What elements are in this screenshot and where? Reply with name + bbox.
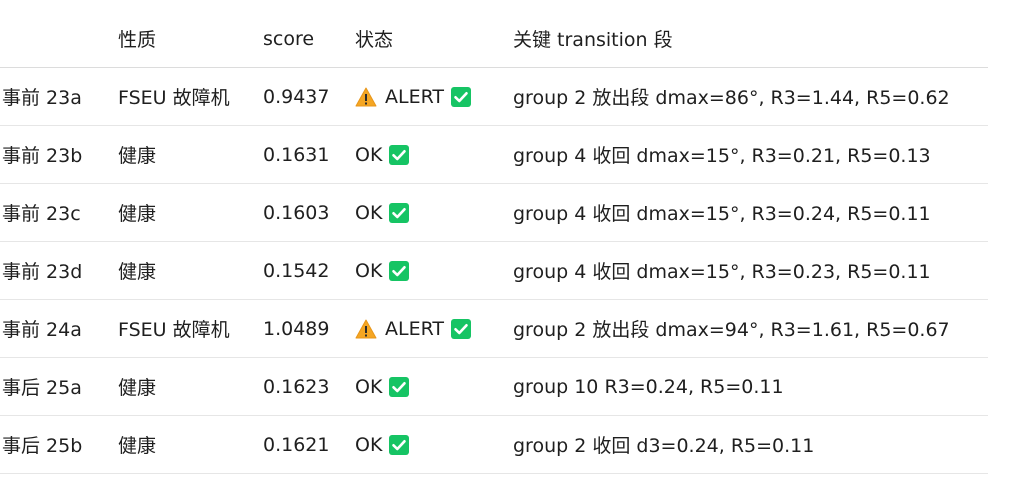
status-label: ALERT	[385, 317, 445, 340]
row-score: 0.1542	[263, 260, 355, 282]
row-name-text: 事前 23d	[2, 261, 83, 283]
status-label: OK	[355, 201, 383, 224]
row-transition: group 4 收回 dmax=15°, R3=0.23, R5=0.11	[513, 257, 988, 284]
row-transition: group 2 收回 d3=0.24, R5=0.11	[513, 431, 988, 458]
row-type-text: 健康	[118, 435, 157, 457]
row-name: 事前 23b	[0, 141, 118, 168]
check-icon	[389, 202, 410, 223]
row-score-text: 0.1623	[263, 375, 330, 398]
table-row: 事后 25a 健康 0.1623 OK group 10 R3=0.24, R5=0.1…	[0, 358, 988, 416]
row-status: OK	[355, 434, 513, 456]
row-score-text: 1.0489	[263, 317, 330, 340]
row-score-text: 0.1603	[263, 201, 330, 224]
row-transition: group 2 放出段 dmax=94°, R3=1.61, R5=0.67	[513, 315, 988, 342]
row-type: FSEU 故障机	[118, 315, 263, 342]
table-row: 事前 23d 健康 0.1542 OK group 4 收回 dmax=15°, R3=…	[0, 242, 988, 300]
row-status: OK	[355, 144, 513, 166]
row-name-text: 事前 23c	[2, 203, 81, 225]
row-name-text: 事前 23a	[2, 87, 82, 109]
table-row: 事前 23a FSEU 故障机 0.9437 ALERT group 2 放出段 dma…	[0, 68, 988, 126]
row-transition-text: group 2 收回 d3=0.24, R5=0.11	[513, 435, 815, 457]
row-type: 健康	[118, 431, 263, 458]
status-label: OK	[355, 375, 383, 398]
row-score: 1.0489	[263, 318, 355, 340]
check-icon	[389, 376, 410, 397]
row-type: 健康	[118, 141, 263, 168]
table-body: 事前 23a FSEU 故障机 0.9437 ALERT group 2 放出段 dma…	[0, 68, 988, 474]
status-label: OK	[355, 143, 383, 166]
header-status: 状态	[355, 29, 394, 51]
warning-icon	[355, 319, 377, 339]
check-icon	[451, 318, 472, 339]
row-type: FSEU 故障机	[118, 83, 263, 110]
row-status: OK	[355, 376, 513, 398]
row-name-text: 事前 23b	[2, 145, 83, 167]
row-transition: group 4 收回 dmax=15°, R3=0.24, R5=0.11	[513, 199, 988, 226]
row-score-text: 0.1631	[263, 143, 330, 166]
row-score-text: 0.1621	[263, 433, 330, 456]
row-type-text: 健康	[118, 203, 157, 225]
row-type: 健康	[118, 373, 263, 400]
row-name: 事后 25a	[0, 373, 118, 400]
row-name-text: 事后 25b	[2, 435, 83, 457]
row-score: 0.1603	[263, 202, 355, 224]
row-score: 0.9437	[263, 86, 355, 108]
row-status: OK	[355, 202, 513, 224]
row-transition-text: group 4 收回 dmax=15°, R3=0.24, R5=0.11	[513, 203, 931, 225]
row-name: 事后 25b	[0, 431, 118, 458]
row-type-text: 健康	[118, 377, 157, 399]
table-row: 事前 23b 健康 0.1631 OK group 4 收回 dmax=15°, R3=…	[0, 126, 988, 184]
row-transition-text: group 4 收回 dmax=15°, R3=0.23, R5=0.11	[513, 261, 931, 283]
row-transition-text: group 2 放出段 dmax=94°, R3=1.61, R5=0.67	[513, 319, 950, 341]
row-type-text: FSEU 故障机	[118, 87, 230, 109]
row-type: 健康	[118, 199, 263, 226]
row-score-text: 0.1542	[263, 259, 330, 282]
row-name: 事前 23d	[0, 257, 118, 284]
row-name-text: 事后 25a	[2, 377, 82, 399]
check-icon	[389, 144, 410, 165]
row-status: ALERT	[355, 318, 513, 340]
row-status: OK	[355, 260, 513, 282]
row-name: 事前 24a	[0, 315, 118, 342]
row-name-text: 事前 24a	[2, 319, 82, 341]
row-score: 0.1631	[263, 144, 355, 166]
row-score: 0.1621	[263, 434, 355, 456]
check-icon	[389, 434, 410, 455]
row-transition: group 4 收回 dmax=15°, R3=0.21, R5=0.13	[513, 141, 988, 168]
row-name: 事前 23c	[0, 199, 118, 226]
table-row: 事前 24a FSEU 故障机 1.0489 ALERT group 2 放出段 dma…	[0, 300, 988, 358]
row-transition-text: group 4 收回 dmax=15°, R3=0.21, R5=0.13	[513, 145, 931, 167]
header-transition: 关键 transition 段	[513, 29, 673, 51]
check-icon	[389, 260, 410, 281]
table-row: 事前 23c 健康 0.1603 OK group 4 收回 dmax=15°, R3=…	[0, 184, 988, 242]
header-type: 性质	[118, 29, 157, 51]
row-name: 事前 23a	[0, 83, 118, 110]
header-score: score	[263, 27, 315, 50]
row-status: ALERT	[355, 86, 513, 108]
row-transition: group 2 放出段 dmax=86°, R3=1.44, R5=0.62	[513, 83, 988, 110]
check-icon	[451, 86, 472, 107]
row-transition-text: group 2 放出段 dmax=86°, R3=1.44, R5=0.62	[513, 87, 950, 109]
results-table: 性质 score 状态 关键 transition 段 事前 23a FSEU 故…	[0, 10, 988, 474]
status-label: OK	[355, 259, 383, 282]
row-score-text: 0.9437	[263, 85, 330, 108]
row-type-text: FSEU 故障机	[118, 319, 230, 341]
warning-icon	[355, 87, 377, 107]
table-row: 事后 25b 健康 0.1621 OK group 2 收回 d3=0.24, R5=0…	[0, 416, 988, 474]
status-label: OK	[355, 433, 383, 456]
row-transition: group 10 R3=0.24, R5=0.11	[513, 376, 988, 398]
row-type: 健康	[118, 257, 263, 284]
row-transition-text: group 10 R3=0.24, R5=0.11	[513, 375, 784, 398]
row-type-text: 健康	[118, 261, 157, 283]
table-header: 性质 score 状态 关键 transition 段	[0, 10, 988, 68]
status-label: ALERT	[385, 85, 445, 108]
row-score: 0.1623	[263, 376, 355, 398]
row-type-text: 健康	[118, 145, 157, 167]
